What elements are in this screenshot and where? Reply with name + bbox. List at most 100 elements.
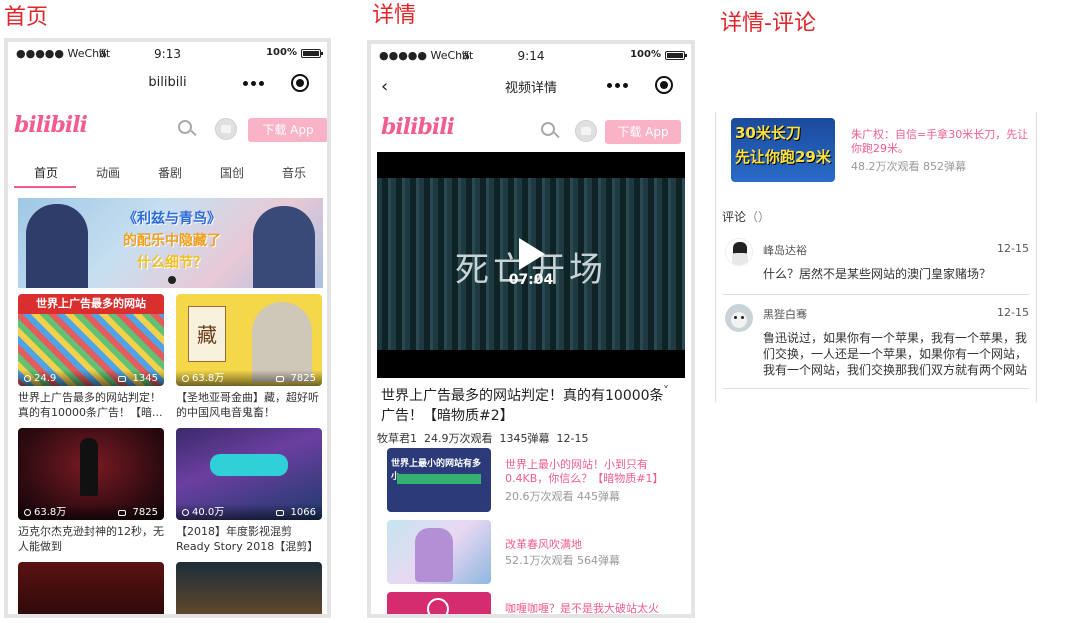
tab-animation[interactable]: 动画: [83, 164, 133, 181]
close-miniprogram-icon[interactable]: [655, 76, 673, 94]
video-player[interactable]: 死亡开场 07:04: [377, 152, 685, 378]
related-video-stats: 52.1万次观看 564弹幕: [505, 554, 620, 567]
related-video-title[interactable]: 改革春风吹满地: [505, 538, 665, 552]
avatar[interactable]: [215, 118, 237, 140]
commenter-name[interactable]: 黑狴白骞: [763, 306, 807, 322]
bilibili-logo[interactable]: bilibili: [14, 112, 88, 138]
search-icon[interactable]: [541, 122, 560, 140]
thumb-logo: [427, 598, 449, 614]
video-thumb[interactable]: 30米长刀 先让你跑29米: [731, 118, 835, 182]
related-video-thumb[interactable]: [387, 520, 491, 584]
video-card-thumb[interactable]: 63.8万 7825: [18, 428, 164, 520]
related-video-title[interactable]: 咖喱咖喱？是不是我大破站太火: [505, 602, 665, 614]
play-count-icon: [24, 375, 31, 382]
comment-count: （）: [746, 210, 771, 224]
home-screen: ●●●●● WeChat ᯾ 9:13 100% bilibili bilibi…: [4, 38, 331, 618]
uploader-name[interactable]: 牧草君1: [377, 432, 417, 445]
thumb-line-1: 30米长刀: [735, 124, 801, 142]
banner-title: 《利兹与青鸟》 的配乐中隐藏了 什么细节？: [102, 208, 242, 274]
video-title: 世界上广告最多的网站判定！真的有10000条 广告！【暗物质#2】: [381, 386, 671, 426]
play-count-icon: [182, 509, 189, 516]
banner-character-left: [26, 204, 88, 288]
battery-text: 100%: [266, 47, 297, 58]
comment-date: 12-15: [997, 306, 1029, 319]
video-card-thumb[interactable]: [18, 562, 164, 614]
video-card-thumb[interactable]: 藏 63.8万 7825: [176, 294, 322, 386]
bilibili-logo[interactable]: bilibili: [381, 114, 455, 140]
commenter-avatar[interactable]: [725, 238, 753, 266]
wechat-navbar: bilibili: [8, 66, 327, 102]
more-icon[interactable]: [607, 82, 629, 90]
thumb-headline: 世界上广告最多的网站: [18, 294, 164, 314]
video-card-caption[interactable]: 【2018】年度影视混剪 Ready Story 2018【混剪】: [176, 524, 324, 554]
detail-screen: ●●●●● WeChat ᯾ 9:14 100% ‹ 视频详情 bilibili…: [367, 40, 695, 618]
view-count: 63.8万: [192, 373, 225, 384]
related-video-thumb[interactable]: 世界上最小的网站有多小: [387, 448, 491, 512]
panel-left-border: [715, 112, 716, 402]
video-card-thumb[interactable]: 世界上广告最多的网站 24.9 1345: [18, 294, 164, 386]
danmaku-count: 1345: [132, 373, 158, 384]
tab-music[interactable]: 音乐: [269, 164, 319, 181]
video-card-thumb[interactable]: 40.0万 1066: [176, 428, 322, 520]
related-video-thumb[interactable]: [387, 592, 491, 614]
thumb-dancer: [415, 528, 453, 582]
danmaku-count: 1345弹幕: [499, 432, 550, 445]
wechat-navbar: ‹ 视频详情: [371, 68, 691, 104]
video-title-line-1: 世界上广告最多的网站判定！真的有10000条: [381, 388, 664, 404]
view-count: 24.9: [34, 373, 57, 384]
view-count: 63.8万: [34, 507, 67, 518]
active-tab-indicator: [14, 186, 76, 188]
download-app-button[interactable]: 下载 App: [248, 118, 327, 142]
banner[interactable]: 《利兹与青鸟》 的配乐中隐藏了 什么细节？: [18, 198, 323, 288]
category-tabs: 首页 动画 番剧 国创 音乐: [8, 158, 327, 188]
play-icon[interactable]: [519, 238, 545, 270]
tab-bangumi[interactable]: 番剧: [145, 164, 195, 181]
play-count-icon: [182, 375, 189, 382]
card-meta: 24.9 1345: [18, 370, 164, 386]
danmaku-icon: [118, 376, 126, 382]
comment-text-line: 们交换，一人还是一个苹果，如果你有一个网站，: [763, 347, 1028, 361]
comment-label: 评论: [722, 210, 747, 224]
thumb-headline: 藏: [188, 306, 226, 362]
site-header: bilibili 下载 App: [8, 106, 327, 150]
tab-guochuang[interactable]: 国创: [207, 164, 257, 181]
danmaku-count: 7825: [132, 507, 158, 518]
comment-divider: [723, 388, 1029, 389]
video-stats: 牧草君1 24.9万次观看 1345弹幕 12-15: [377, 430, 588, 446]
view-count: 24.9万次观看: [424, 432, 493, 445]
video-card-caption[interactable]: 【圣地亚哥金曲】藏，超好听的中国风电音鬼畜！: [176, 390, 324, 420]
danmaku-icon: [276, 376, 284, 382]
related-video-title[interactable]: 世界上最小的网站！小到只有0.4KB，你信么？【暗物质#1】: [505, 458, 665, 486]
comment-text: 鲁迅说过，如果你有一个苹果，我有一个苹果，我 们交换，一人还是一个苹果，如果你有…: [763, 330, 1033, 378]
search-icon[interactable]: [178, 120, 197, 138]
video-card-thumb[interactable]: [176, 562, 322, 614]
danmaku-icon: [118, 510, 126, 516]
avatar[interactable]: [575, 120, 597, 142]
battery-icon: [665, 51, 687, 60]
play-count-icon: [24, 509, 31, 516]
battery-icon: [301, 49, 323, 58]
video-duration: 07:04: [508, 272, 554, 288]
thumb-bar: [397, 474, 481, 484]
video-stats: 48.2万次观看 852弹幕: [851, 160, 966, 173]
thumb-line-2: 先让你跑29米: [735, 148, 831, 166]
commenter-avatar[interactable]: [725, 304, 753, 332]
nav-title: bilibili: [148, 75, 187, 90]
close-miniprogram-icon[interactable]: [291, 74, 309, 92]
video-card-caption[interactable]: 世界上广告最多的网站判定！真的有10000条广告！【暗...: [18, 390, 166, 420]
card-meta: 63.8万 7825: [176, 370, 322, 386]
banner-character-right: [253, 206, 315, 288]
site-header: bilibili 下载 App: [371, 108, 691, 152]
tab-home[interactable]: 首页: [21, 164, 71, 181]
status-bar: ●●●●● WeChat ᯾ 9:14 100%: [371, 44, 691, 66]
video-title[interactable]: 朱广权：自信=手拿30米长刀，先让你跑29米。: [851, 128, 1031, 156]
section-title-detail-comment: 详情-评论: [720, 11, 816, 36]
video-card-caption[interactable]: 迈克尔杰克逊封神的12秒，无人能做到: [18, 524, 166, 554]
more-icon[interactable]: [243, 80, 265, 88]
video-title-line-2: 广告！【暗物质#2】: [381, 408, 514, 424]
download-app-button[interactable]: 下载 App: [605, 120, 681, 144]
expand-chevron-icon[interactable]: ˅: [663, 384, 669, 398]
commenter-name[interactable]: 峰岛达裕: [763, 242, 807, 258]
carousel-dot: [168, 276, 176, 284]
card-meta: 63.8万 7825: [18, 504, 164, 520]
